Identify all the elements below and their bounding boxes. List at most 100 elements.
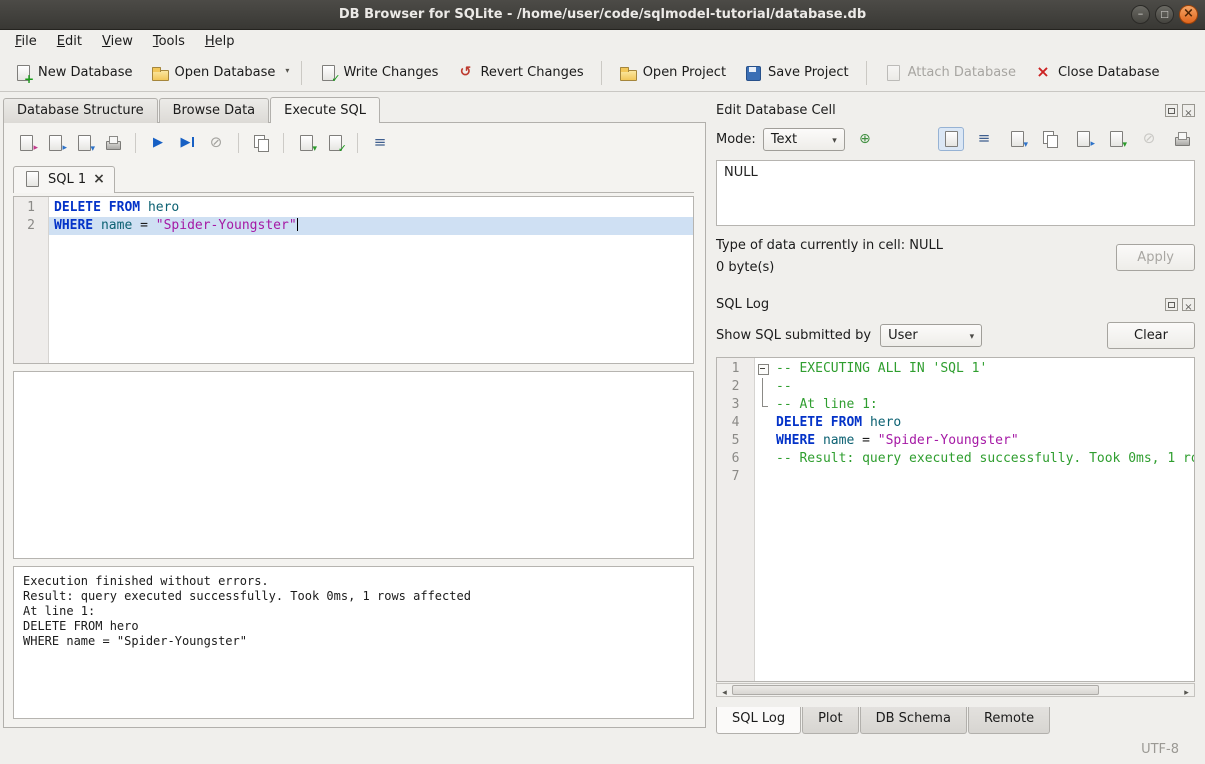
menu-view[interactable]: View: [92, 32, 143, 52]
encoding-indicator: UTF-8: [1141, 742, 1179, 757]
export-results-button[interactable]: [248, 131, 274, 155]
edit-cell-header: Edit Database Cell: [716, 100, 1195, 120]
save-cell-button[interactable]: [1004, 127, 1030, 151]
export-cell-data-icon: [1107, 131, 1125, 147]
save-sql-file-button[interactable]: [71, 131, 97, 155]
line-number: 7: [717, 468, 754, 486]
cell-value-editor[interactable]: NULL: [716, 160, 1195, 226]
set-null-button[interactable]: [1136, 127, 1162, 151]
log-horizontal-scrollbar[interactable]: [716, 683, 1195, 697]
tab-db-schema[interactable]: DB Schema: [860, 707, 967, 734]
menu-file[interactable]: File: [5, 32, 47, 52]
scroll-left-arrow-icon[interactable]: [717, 684, 732, 696]
scrollbar-thumb[interactable]: [732, 685, 1099, 695]
new-database-button[interactable]: New Database: [6, 60, 141, 86]
cell-value: NULL: [724, 165, 758, 180]
stop-icon: [207, 134, 225, 152]
fold-guide-line: [755, 378, 771, 396]
close-database-button[interactable]: Close Database: [1026, 59, 1168, 87]
minimize-button[interactable]: [1131, 5, 1150, 24]
copy-cell-button[interactable]: [1037, 127, 1063, 151]
print-cell-button[interactable]: [1169, 127, 1195, 151]
toolbar-separator: [301, 61, 302, 85]
dock-float-icon[interactable]: [1165, 298, 1178, 311]
message-line: Result: query executed successfully. Too…: [23, 589, 684, 604]
message-line: WHERE name = "Spider-Youngster": [23, 634, 684, 649]
execute-all-button[interactable]: [145, 131, 171, 155]
save-project-icon: [744, 65, 762, 81]
messages-pane[interactable]: Execution finished without errors. Resul…: [13, 566, 694, 719]
menu-help[interactable]: Help: [195, 32, 245, 52]
new-sql-tab-icon: [17, 135, 35, 151]
word-wrap-button[interactable]: [971, 127, 997, 151]
close-window-button[interactable]: [1179, 5, 1198, 24]
import-cell-data-button[interactable]: [1070, 127, 1096, 151]
mode-value: Text: [771, 132, 822, 147]
sql-toolbar: [13, 128, 694, 158]
print-icon: [104, 135, 122, 151]
cell-mode-row: Mode: Text: [716, 127, 1195, 151]
sql-line-current: WHERE name = "Spider-Youngster": [49, 217, 693, 235]
auto-detect-format-button[interactable]: [852, 127, 878, 151]
tab-database-structure[interactable]: Database Structure: [3, 98, 158, 123]
text-view-button[interactable]: [938, 127, 964, 151]
revert-changes-icon: [456, 64, 474, 81]
write-changes-button[interactable]: Write Changes: [311, 60, 446, 86]
export-cell-data-button[interactable]: [1103, 127, 1129, 151]
revert-changes-button[interactable]: Revert Changes: [448, 59, 591, 86]
tab-browse-data[interactable]: Browse Data: [159, 98, 270, 123]
dock-float-icon[interactable]: [1165, 104, 1178, 117]
open-database-dropdown-arrow[interactable]: [285, 54, 292, 91]
panel-close-icon[interactable]: [1182, 298, 1195, 311]
sql-log-view[interactable]: 1 2 3 4 5 6 7 -- EXECUTING ALL IN 'SQL 1…: [716, 357, 1195, 682]
results-pane[interactable]: [13, 371, 694, 559]
code-fold-column[interactable]: [755, 358, 771, 681]
execute-current-line-icon: [178, 135, 196, 151]
execute-current-line-button[interactable]: [174, 131, 200, 155]
open-sql-file-button[interactable]: [42, 131, 68, 155]
print-sql-button[interactable]: [100, 131, 126, 155]
scrollbar-track[interactable]: [732, 684, 1179, 696]
attach-database-button[interactable]: Attach Database: [876, 60, 1024, 86]
sql-toolbar-separator: [238, 133, 239, 153]
fold-collapse-icon[interactable]: [755, 360, 771, 378]
execute-sql-page: SQL 1 1 2 DELETE FROM hero WHERE name = …: [3, 122, 706, 728]
panel-close-icon[interactable]: [1182, 104, 1195, 117]
log-filter-combobox[interactable]: User: [880, 324, 982, 347]
scroll-right-arrow-icon[interactable]: [1179, 684, 1194, 696]
stop-execution-button[interactable]: [203, 131, 229, 155]
new-sql-tab-button[interactable]: [13, 131, 39, 155]
mode-combobox[interactable]: Text: [763, 128, 845, 151]
revert-changes-label: Revert Changes: [480, 65, 583, 80]
app-window: DB Browser for SQLite - /home/user/code/…: [0, 0, 1205, 764]
window-title: DB Browser for SQLite - /home/user/code/…: [0, 7, 1205, 22]
message-line: Execution finished without errors.: [23, 574, 684, 589]
sql-tab-close-icon[interactable]: [93, 171, 105, 187]
log-filter-label: Show SQL submitted by: [716, 328, 871, 343]
clear-log-button[interactable]: Clear: [1107, 322, 1195, 349]
tab-sql-log[interactable]: SQL Log: [716, 707, 801, 734]
close-database-label: Close Database: [1058, 65, 1160, 80]
close-database-icon: [1034, 64, 1052, 82]
status-bar: UTF-8: [0, 734, 1205, 764]
log-code-area: -- EXECUTING ALL IN 'SQL 1' -- -- At lin…: [771, 358, 1194, 681]
edit-cell-title: Edit Database Cell: [716, 103, 1161, 118]
maximize-button[interactable]: [1155, 5, 1174, 24]
format-sql-button[interactable]: [367, 131, 393, 155]
log-line: [771, 468, 1194, 486]
tab-remote[interactable]: Remote: [968, 707, 1050, 734]
open-project-button[interactable]: Open Project: [611, 60, 734, 86]
tab-execute-sql[interactable]: Execute SQL: [270, 97, 380, 123]
sql-1-tab[interactable]: SQL 1: [13, 166, 115, 193]
save-results-csv-button[interactable]: [322, 131, 348, 155]
apply-button[interactable]: Apply: [1116, 244, 1195, 271]
menu-tools[interactable]: Tools: [143, 32, 195, 52]
menu-edit[interactable]: Edit: [47, 32, 92, 52]
sql-code-editor[interactable]: 1 2 DELETE FROM hero WHERE name = "Spide…: [13, 196, 694, 364]
tab-plot[interactable]: Plot: [802, 707, 859, 734]
open-database-button[interactable]: Open Database: [143, 60, 284, 86]
sql-line: DELETE FROM hero: [49, 199, 693, 217]
line-number: 4: [717, 414, 754, 432]
save-project-button[interactable]: Save Project: [736, 60, 857, 86]
save-results-view-button[interactable]: [293, 131, 319, 155]
